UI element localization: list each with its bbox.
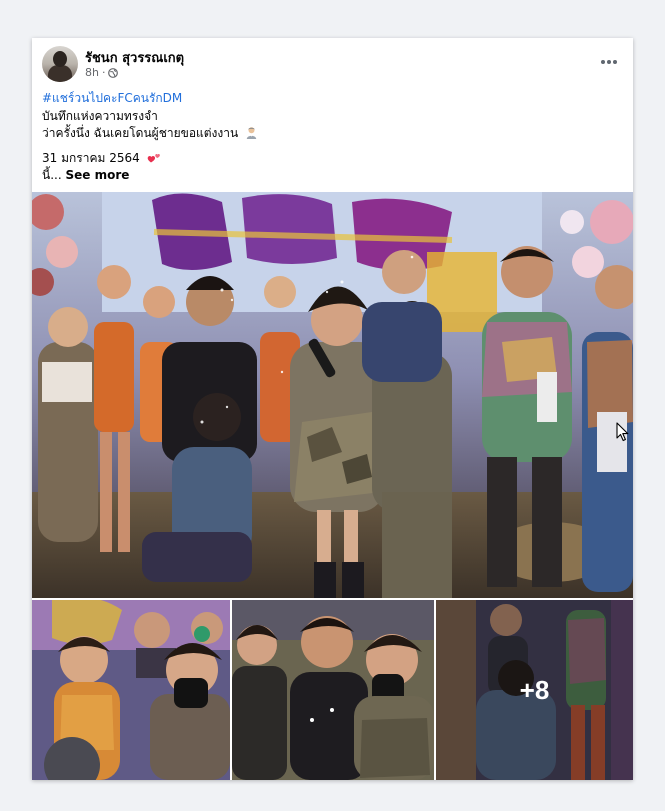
photo-thumb-3[interactable]: +8: [436, 600, 633, 780]
post-text-line-3: ว่าครั้งนึ่ง ฉันเคยโดนผู้ชายขอแต่งงาน: [42, 126, 239, 140]
author-name[interactable]: รัชนก สุวรรณเกตุ: [85, 47, 184, 68]
truncated-text: นี้...: [42, 168, 62, 182]
photo-thumb-1[interactable]: [32, 600, 230, 780]
see-more-link[interactable]: See more: [65, 168, 129, 182]
hashtag-link[interactable]: #แชร์วนไปคะFCคนรักDM: [42, 91, 182, 105]
more-photos-overlay[interactable]: +8: [436, 600, 633, 780]
post-text: #แชร์วนไปคะFCคนรักDM บันทึกแห่งความทรงจำ…: [42, 90, 622, 185]
meta-separator: ·: [101, 66, 106, 79]
post-time[interactable]: 8h: [85, 66, 99, 79]
more-options-button[interactable]: [597, 50, 621, 74]
author-avatar[interactable]: [42, 46, 78, 82]
couple-thumb-image: [232, 600, 434, 780]
stage-proposal-image: [32, 192, 633, 598]
crowd-thumb-image: [32, 600, 230, 780]
globe-icon[interactable]: [108, 67, 119, 78]
more-photos-count: +8: [519, 674, 550, 705]
post-text-line-2: บันทึกแห่งความทรงจำ: [42, 108, 158, 123]
two-hearts-emoji-icon: [147, 152, 161, 164]
post-header: รัชนก สุวรรณเกตุ 8h ·: [32, 38, 633, 90]
photo-thumb-2[interactable]: [232, 600, 434, 780]
post-meta: 8h ·: [85, 66, 119, 79]
main-photo[interactable]: [32, 192, 633, 598]
post-date-text: 31 มกราคม 2564: [42, 150, 140, 165]
post-card: รัชนก สุวรรณเกตุ 8h · #แชร์วนไปคะFCคนรัก…: [32, 38, 633, 780]
more-horizontal-icon: [600, 59, 618, 65]
man-emoji-icon: [245, 126, 258, 139]
